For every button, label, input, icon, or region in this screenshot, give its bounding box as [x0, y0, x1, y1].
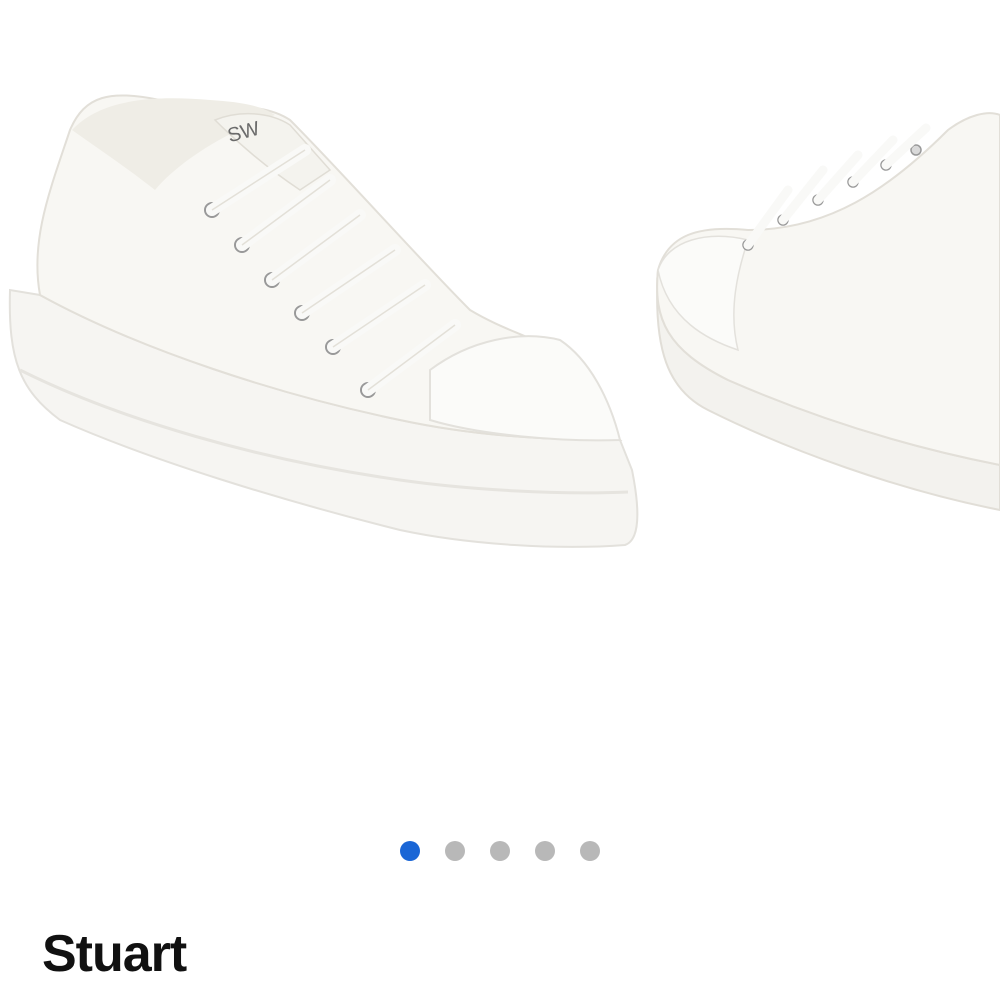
carousel-dot-4[interactable] — [535, 841, 555, 861]
product-brand[interactable]: Stuart — [42, 928, 187, 980]
product-page: SW Stuart — [0, 0, 1000, 1000]
carousel-dot-5[interactable] — [580, 841, 600, 861]
sneaker-toe-cap — [429, 335, 622, 442]
carousel-pagination — [400, 841, 600, 861]
product-image-carousel[interactable]: SW — [0, 0, 1000, 820]
carousel-dot-1[interactable] — [400, 841, 420, 861]
carousel-dot-3[interactable] — [490, 841, 510, 861]
product-image-next[interactable] — [648, 70, 1000, 520]
carousel-dot-2[interactable] — [445, 841, 465, 861]
product-image-main[interactable]: SW — [0, 40, 650, 580]
